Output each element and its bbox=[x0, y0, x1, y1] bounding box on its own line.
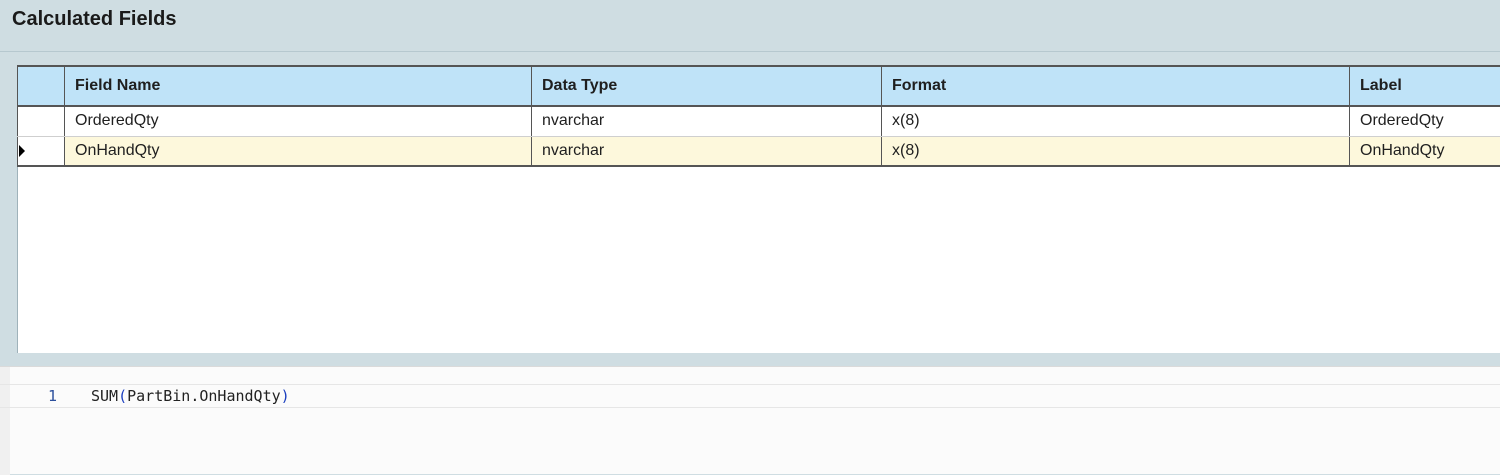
grid-header-row: Field Name Data Type Format Label bbox=[18, 66, 1500, 106]
cell-format[interactable]: x(8) bbox=[882, 136, 1350, 166]
grid-table: Field Name Data Type Format Label Ordere… bbox=[17, 65, 1500, 167]
code-close-paren: ) bbox=[281, 387, 290, 405]
panel-title: Calculated Fields bbox=[12, 8, 177, 31]
table-row-selected[interactable]: OnHandQty nvarchar x(8) OnHandQty bbox=[18, 136, 1500, 166]
column-header-label[interactable]: Label bbox=[1350, 66, 1500, 106]
expression-editor[interactable]: 1 SUM(PartBin.OnHandQty) bbox=[0, 366, 1500, 474]
table-row[interactable]: OrderedQty nvarchar x(8) OrderedQty bbox=[18, 106, 1500, 136]
calculated-fields-grid: Field Name Data Type Format Label Ordere… bbox=[17, 65, 1500, 353]
code-open-paren: ( bbox=[118, 387, 127, 405]
cell-data-type[interactable]: nvarchar bbox=[532, 136, 882, 166]
line-number: 1 bbox=[48, 387, 57, 405]
cell-data-type[interactable]: nvarchar bbox=[532, 106, 882, 136]
cell-label[interactable]: OnHandQty bbox=[1350, 136, 1500, 166]
cell-label[interactable]: OrderedQty bbox=[1350, 106, 1500, 136]
column-header-field-name[interactable]: Field Name bbox=[65, 66, 532, 106]
row-selector[interactable] bbox=[18, 136, 65, 166]
editor-line-current[interactable]: 1 SUM(PartBin.OnHandQty) bbox=[0, 384, 1500, 408]
triangle-right-icon bbox=[19, 145, 25, 157]
cell-format[interactable]: x(8) bbox=[882, 106, 1350, 136]
code-function: SUM bbox=[91, 387, 118, 405]
row-selector-header[interactable] bbox=[18, 66, 65, 106]
panel-header: Calculated Fields bbox=[0, 0, 1500, 52]
code-argument: PartBin.OnHandQty bbox=[127, 387, 281, 405]
cell-field-name[interactable]: OrderedQty bbox=[65, 106, 532, 136]
column-header-data-type[interactable]: Data Type bbox=[532, 66, 882, 106]
row-selector[interactable] bbox=[18, 106, 65, 136]
column-header-format[interactable]: Format bbox=[882, 66, 1350, 106]
code-line[interactable]: SUM(PartBin.OnHandQty) bbox=[91, 387, 290, 405]
cell-field-name[interactable]: OnHandQty bbox=[65, 136, 532, 166]
